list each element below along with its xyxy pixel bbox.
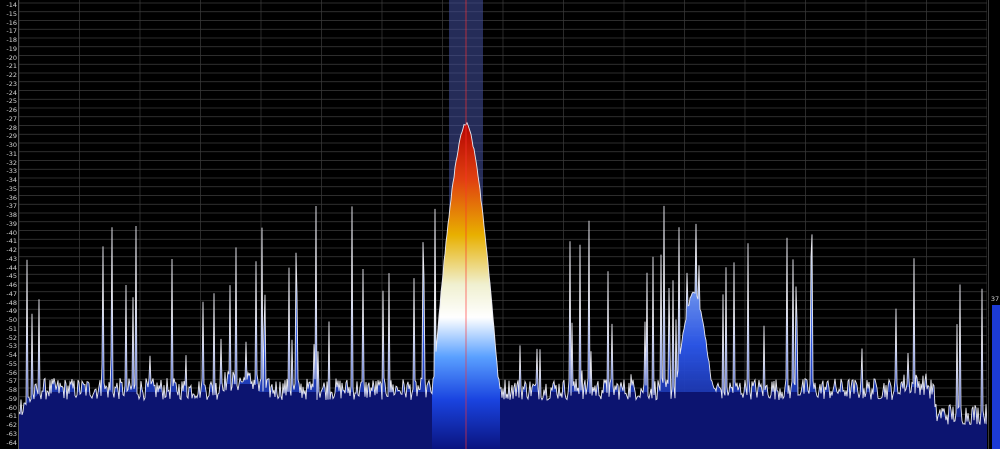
y-tick-label: -26 <box>6 106 17 114</box>
y-tick-label: -31 <box>6 149 17 158</box>
y-tick-label: -52 <box>6 333 17 342</box>
y-tick-label: -27 <box>6 114 17 123</box>
y-tick-label: -33 <box>6 167 17 176</box>
y-tick-label: -18 <box>6 36 17 44</box>
y-tick-label: -51 <box>6 324 17 333</box>
y-axis: -14 -15 -16 -17 -18 -19 -20 -21 -22 -23 -24 -25 -26-… <box>0 0 19 449</box>
y-tick-label: -25 <box>6 97 17 106</box>
y-tick-label: -44 <box>6 263 17 272</box>
y-tick-label: -20 <box>6 53 17 62</box>
y-tick-label: -56 <box>6 368 17 377</box>
y-tick-label: -19 <box>6 44 17 53</box>
y-tick-label: -53 <box>6 342 17 351</box>
y-tick-label: -34 <box>6 176 17 184</box>
y-tick-label: -40 <box>6 228 17 237</box>
spectrum-canvas[interactable] <box>19 0 987 449</box>
spectrum-plot[interactable] <box>19 0 987 449</box>
y-tick-label: -15 <box>6 9 17 18</box>
y-tick-label: -49 <box>6 307 17 316</box>
y-tick-label: -23 <box>6 79 17 88</box>
y-tick-label: -41 <box>6 237 17 246</box>
y-tick-label: -61 <box>6 412 17 421</box>
y-tick-label: -48 <box>6 298 17 307</box>
y-tick-label: -16 <box>6 18 17 27</box>
spectrum-analyzer-window: -14 -15 -16 -17 -18 -19 -20 -21 -22 -23 -24 -25 -26-… <box>0 0 1000 449</box>
level-meter-value: 37 <box>990 295 1000 304</box>
y-tick-label: -57 <box>6 377 17 386</box>
y-tick-label: -32 <box>6 158 17 167</box>
y-tick-label: -22 <box>6 71 17 79</box>
y-tick-label: -36 <box>6 193 17 202</box>
y-tick-label: -45 <box>6 272 17 281</box>
y-tick-label: -38 <box>6 211 17 219</box>
y-tick-label: -54 <box>6 351 17 359</box>
level-meter: 37 <box>988 0 1000 449</box>
y-tick-label: -62 <box>6 421 17 429</box>
y-tick-label: -59 <box>6 394 17 403</box>
y-tick-label: -35 <box>6 184 17 193</box>
y-tick-label: -30 <box>6 141 17 149</box>
y-tick-label: -17 <box>6 27 17 36</box>
y-tick-label: -64 <box>6 438 17 447</box>
y-tick-label: -29 <box>6 132 17 141</box>
y-tick-label: -28 <box>6 123 17 132</box>
y-tick-label: -55 <box>6 359 17 368</box>
level-meter-bar <box>992 305 1000 449</box>
y-tick-label: -58 <box>6 386 17 394</box>
y-tick-label: -50 <box>6 316 17 324</box>
y-tick-label: -42 <box>6 246 17 254</box>
y-tick-label: -37 <box>6 202 17 211</box>
y-tick-label: -60 <box>6 403 17 412</box>
y-tick-label: -39 <box>6 219 17 228</box>
y-tick-label: -63 <box>6 429 17 438</box>
y-tick-label: -43 <box>6 254 17 263</box>
y-tick-label: -14 <box>6 1 17 9</box>
y-tick-label: -46 <box>6 281 17 289</box>
y-tick-label: -47 <box>6 289 17 298</box>
y-tick-label: -21 <box>6 62 17 71</box>
noise-floor-fill <box>19 384 987 449</box>
y-tick-label: -24 <box>6 88 17 97</box>
